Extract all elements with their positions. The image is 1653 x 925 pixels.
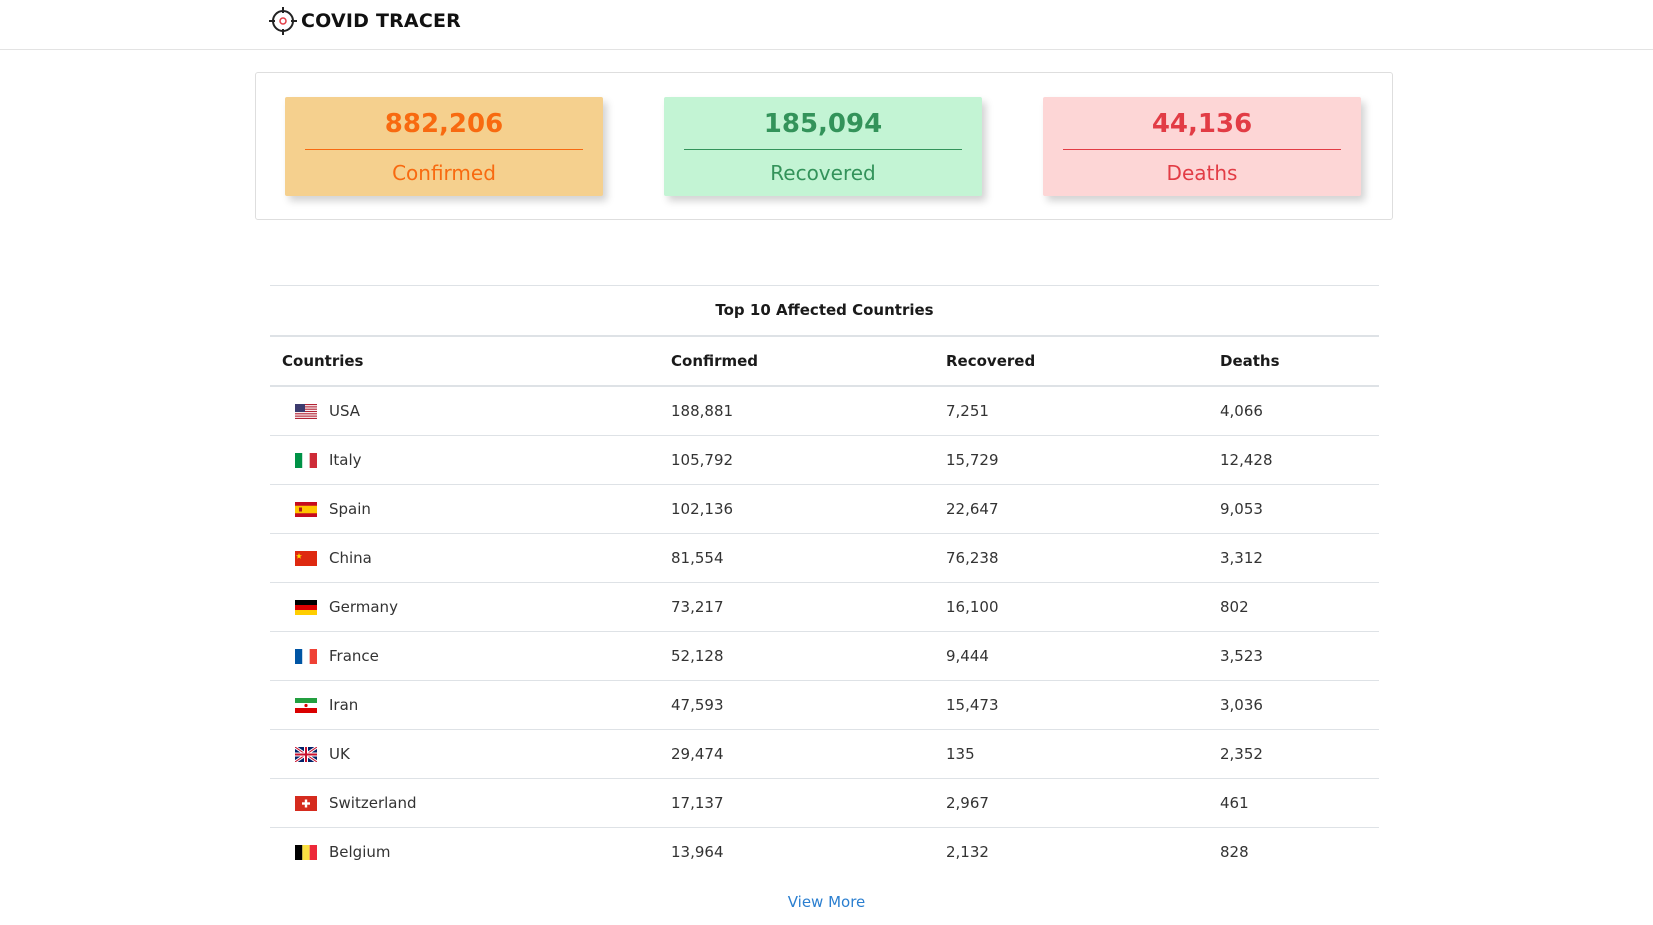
deaths-cell: 3,036 xyxy=(1208,680,1379,730)
deaths-cell: 3,523 xyxy=(1208,631,1379,681)
recovered-cell: 135 xyxy=(934,729,1208,779)
country-name: UK xyxy=(329,745,350,763)
column-header-countries[interactable]: Countries xyxy=(270,337,659,387)
country-cell: USA xyxy=(270,386,659,436)
confirmed-cell: 47,593 xyxy=(659,680,934,730)
column-header-confirmed[interactable]: Confirmed xyxy=(659,337,934,387)
country-name: China xyxy=(329,549,372,567)
confirmed-cell: 52,128 xyxy=(659,631,934,681)
ir-flag-icon xyxy=(295,697,317,713)
table-row: Iran 47,593 15,473 3,036 xyxy=(270,680,1379,730)
table-row: Germany 73,217 16,100 802 xyxy=(270,582,1379,632)
country-cell: Belgium xyxy=(270,828,659,877)
divider xyxy=(684,149,962,150)
recovered-cell: 22,647 xyxy=(934,484,1208,534)
recovered-cell: 15,473 xyxy=(934,680,1208,730)
deaths-label: Deaths xyxy=(1166,161,1238,185)
country-cell: Spain xyxy=(270,484,659,534)
table-header-row: Countries Confirmed Recovered Deaths xyxy=(270,337,1379,387)
country-name: Italy xyxy=(329,451,362,469)
recovered-card: 185,094 Recovered xyxy=(664,97,982,196)
deaths-cell: 4,066 xyxy=(1208,386,1379,436)
view-more-label[interactable]: View More xyxy=(788,893,866,911)
table-row: Italy 105,792 15,729 12,428 xyxy=(270,435,1379,485)
confirmed-cell: 13,964 xyxy=(671,843,724,861)
country-cell: Italy xyxy=(270,435,659,485)
deaths-cell: 2,352 xyxy=(1208,729,1379,779)
deaths-cell: 802 xyxy=(1208,582,1379,632)
recovered-cell: 16,100 xyxy=(934,582,1208,632)
countries-table-section: Top 10 Affected Countries Countries Conf… xyxy=(270,285,1379,876)
deaths-cell: 9,053 xyxy=(1208,484,1379,534)
deaths-cell: 828 xyxy=(1220,843,1249,861)
country-name: Germany xyxy=(329,598,398,616)
recovered-count: 185,094 xyxy=(763,109,883,139)
de-flag-icon xyxy=(295,599,317,615)
crosshair-icon xyxy=(269,7,297,35)
confirmed-cell: 29,474 xyxy=(659,729,934,779)
deaths-card: 44,136 Deaths xyxy=(1043,97,1361,196)
country-name: France xyxy=(329,647,379,665)
confirmed-cell: 73,217 xyxy=(659,582,934,632)
country-cell: France xyxy=(270,631,659,681)
confirmed-card: 882,206 Confirmed xyxy=(285,97,603,196)
confirmed-label: Confirmed xyxy=(392,161,496,185)
column-header-recovered[interactable]: Recovered xyxy=(934,337,1208,387)
us-flag-icon xyxy=(295,403,317,419)
brand-title: COVID TRACER xyxy=(301,10,461,32)
confirmed-cell: 105,792 xyxy=(659,435,934,485)
recovered-cell: 2,132 xyxy=(946,843,989,861)
fr-flag-icon xyxy=(295,648,317,664)
confirmed-cell: 102,136 xyxy=(659,484,934,534)
country-cell: Germany xyxy=(270,582,659,632)
recovered-cell: 15,729 xyxy=(934,435,1208,485)
ch-flag-icon xyxy=(295,795,317,811)
stats-panel: 882,206 Confirmed 185,094 Recovered 44,1… xyxy=(255,72,1393,220)
deaths-cell: 12,428 xyxy=(1208,435,1379,485)
column-header-deaths[interactable]: Deaths xyxy=(1208,337,1379,387)
country-name: Iran xyxy=(329,696,359,714)
table-row: Spain 102,136 22,647 9,053 xyxy=(270,484,1379,534)
recovered-cell: 7,251 xyxy=(934,386,1208,436)
confirmed-cell: 17,137 xyxy=(659,778,934,828)
country-cell: UK xyxy=(270,729,659,779)
country-cell: Iran xyxy=(270,680,659,730)
recovered-cell: 2,967 xyxy=(934,778,1208,828)
it-flag-icon xyxy=(295,452,317,468)
brand[interactable]: COVID TRACER xyxy=(268,6,461,36)
country-name: Belgium xyxy=(329,843,391,861)
table-caption: Top 10 Affected Countries xyxy=(270,285,1379,337)
country-name: Spain xyxy=(329,500,371,518)
deaths-cell: 461 xyxy=(1208,778,1379,828)
table-row: France 52,128 9,444 3,523 xyxy=(270,631,1379,681)
country-cell: Switzerland xyxy=(270,778,659,828)
country-name: Switzerland xyxy=(329,794,417,812)
country-name: USA xyxy=(329,402,361,420)
deaths-count: 44,136 xyxy=(1151,109,1253,139)
table-row: UK 29,474 135 2,352 xyxy=(270,729,1379,779)
es-flag-icon xyxy=(295,501,317,517)
table-row: Switzerland 17,137 2,967 461 xyxy=(270,778,1379,828)
deaths-cell: 3,312 xyxy=(1208,533,1379,583)
recovered-cell: 9,444 xyxy=(934,631,1208,681)
countries-table: Countries Confirmed Recovered Deaths USA… xyxy=(270,337,1379,876)
recovered-cell: 76,238 xyxy=(934,533,1208,583)
recovered-label: Recovered xyxy=(770,161,876,185)
confirmed-count: 882,206 xyxy=(384,109,504,139)
divider xyxy=(305,149,583,150)
confirmed-cell: 81,554 xyxy=(659,533,934,583)
gb-flag-icon xyxy=(295,746,317,762)
confirmed-cell: 188,881 xyxy=(659,386,934,436)
cn-flag-icon xyxy=(295,550,317,566)
table-row: Belgium 13,964 2,132 828 xyxy=(270,828,1379,877)
table-row: China 81,554 76,238 3,312 xyxy=(270,533,1379,583)
country-cell: China xyxy=(270,533,659,583)
top-header: COVID TRACER xyxy=(0,0,1653,50)
table-row: USA 188,881 7,251 4,066 xyxy=(270,386,1379,436)
divider xyxy=(1063,149,1341,150)
view-more-link[interactable]: View More xyxy=(0,893,1653,911)
be-flag-icon xyxy=(295,844,317,860)
